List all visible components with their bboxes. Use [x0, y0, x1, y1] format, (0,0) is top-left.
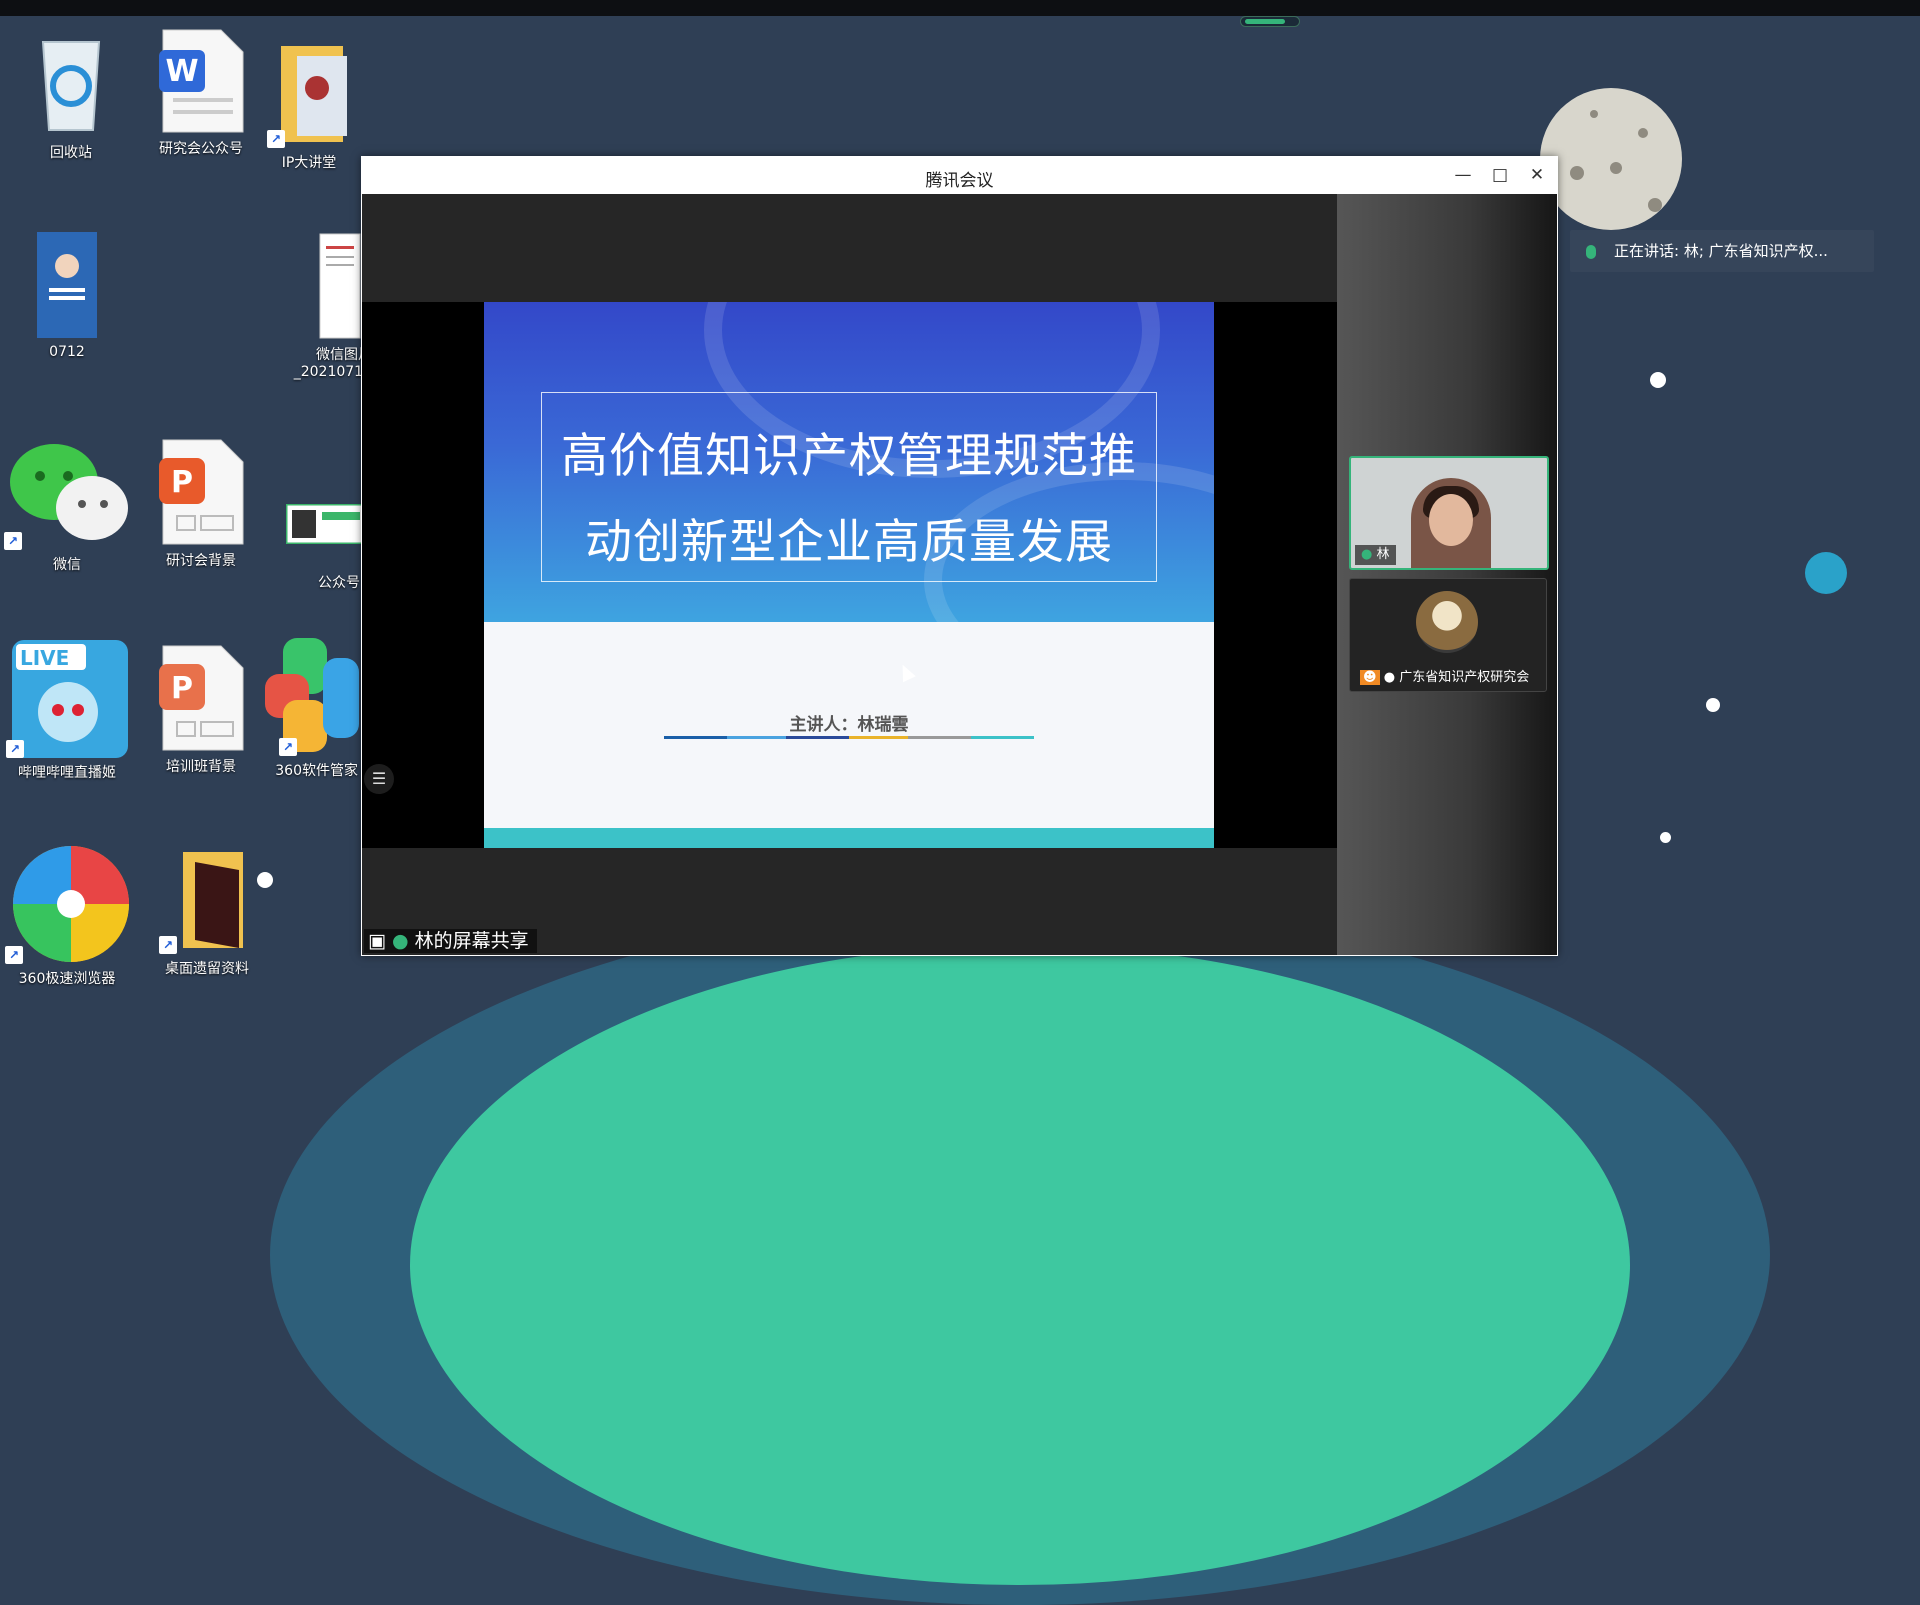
speaking-notice: 正在讲话: 林; 广东省知识产权... — [1570, 230, 1874, 272]
recycle-bin-icon — [29, 30, 113, 138]
minimize-icon[interactable]: — — [1448, 162, 1478, 188]
desktop-icon-wechat-image[interactable]: 微信图片 _20210712 — [272, 232, 372, 380]
shortcut-arrow-icon: ↗ — [4, 532, 22, 550]
slide-presenter: 主讲人：林瑞雲 — [789, 715, 909, 735]
desktop-icon-label: 回收站 — [50, 145, 92, 161]
planet-decoration-inner — [410, 945, 1630, 1585]
participant-name-tag: ● 林 — [1355, 545, 1396, 565]
desktop-icon-0712[interactable]: 0712 — [2, 230, 132, 360]
desktop-icon-label: 0712 — [49, 344, 85, 360]
moon-crater — [1638, 128, 1648, 138]
mic-icon: ● — [1361, 547, 1373, 562]
slide-title-line1: 高价值知识产权管理规范推 — [561, 429, 1137, 484]
participant-tile-association[interactable]: ☻ ● 广东省知识产权研究会 — [1349, 578, 1547, 692]
close-icon[interactable]: ✕ — [1522, 162, 1552, 188]
desktop-icon-label: 研讨会背景 — [166, 553, 236, 569]
mic-icon: ● — [392, 930, 409, 952]
word-document-icon: W — [155, 28, 247, 134]
desktop-icon-label: 微信 — [53, 557, 81, 573]
slide-title-box: 高价值知识产权管理规范推 动创新型企业高质量发展 — [541, 392, 1157, 582]
image-file-icon — [318, 232, 362, 340]
desktop-icon-label: IP大讲堂 — [281, 155, 337, 171]
screen-share-area[interactable]: 高价值知识产权管理规范推 动创新型企业高质量发展 主讲人：林瑞雲 ☰ ▣ ● 林… — [362, 194, 1337, 955]
desktop-icon-wechat[interactable]: ↗ 微信 — [2, 440, 132, 574]
share-label-text: 林的屏幕共享 — [414, 930, 529, 952]
desktop-icon-360-browser[interactable]: ↗ 360极速浏览器 — [2, 842, 132, 988]
desktop-icon-ip-lecture[interactable]: ↗ IP大讲堂 — [244, 38, 374, 172]
participant-tile-lin[interactable]: ● 林 — [1349, 456, 1549, 570]
svg-text:LIVE: LIVE — [20, 646, 69, 670]
participant-name: 广东省知识产权研究会 — [1399, 670, 1530, 685]
moon-crater — [1610, 162, 1622, 174]
dot-decoration — [1805, 552, 1847, 594]
participant-video — [1429, 494, 1473, 546]
desktop-icon-label: 360极速浏览器 — [18, 971, 116, 987]
list-icon[interactable]: ☰ — [364, 764, 394, 794]
desktop-icon-label: 360软件管家 — [275, 763, 358, 779]
folder-icon: ↗ — [267, 38, 351, 148]
mic-icon: ● — [1383, 670, 1396, 685]
desktop-icon-official-account[interactable]: 公众号 — [270, 502, 370, 592]
desktop-icon-label: 公众号 — [318, 575, 360, 591]
desktop-icon-label: 微信图片 _20210712 — [293, 347, 372, 380]
star-decoration — [1706, 698, 1720, 712]
desktop-icon-recycle-bin[interactable]: 回收站 — [6, 30, 136, 162]
desktop-icon-label: 培训班背景 — [166, 759, 236, 775]
svg-text:W: W — [165, 54, 198, 89]
qr-image-icon — [284, 502, 368, 546]
mic-icon — [1586, 244, 1596, 259]
slide-header: 高价值知识产权管理规范推 动创新型企业高质量发展 — [484, 302, 1214, 622]
avatar — [1416, 591, 1478, 653]
moon-crater — [1648, 198, 1662, 212]
powerpoint-file-icon: P — [155, 644, 247, 752]
meeting-window[interactable]: 腾讯会议 — □ ✕ 高价值知识产权管理规范推 动创新型企业高质量发展 主讲人：… — [361, 156, 1558, 956]
star-decoration — [1660, 832, 1671, 843]
participant-name-tag: ☻ ● 广东省知识产权研究会 — [1354, 668, 1535, 688]
window-titlebar[interactable]: 腾讯会议 — □ ✕ — [361, 156, 1558, 194]
desktop-icon-label: 哔哩哔哩直播姬 — [18, 765, 116, 781]
slide-divider — [664, 736, 1034, 739]
top-bar — [0, 0, 1920, 16]
star-decoration — [1650, 372, 1666, 388]
shortcut-arrow-icon: ↗ — [5, 946, 23, 964]
folder-icon: ↗ — [159, 848, 255, 954]
slide-title-line2: 动创新型企业高质量发展 — [585, 515, 1113, 570]
speaking-notice-text: 正在讲话: 林; 广东省知识产权... — [1614, 242, 1828, 260]
shortcut-arrow-icon: ↗ — [267, 130, 285, 148]
desktop-icon-label: 桌面遗留资料 — [165, 961, 249, 977]
shortcut-arrow-icon: ↗ — [6, 740, 24, 758]
moon-crater — [1570, 166, 1584, 180]
svg-text:P: P — [171, 465, 193, 500]
presentation-slide: 高价值知识产权管理规范推 动创新型企业高质量发展 主讲人：林瑞雲 — [484, 302, 1214, 848]
moon-crater — [1590, 110, 1598, 118]
desktop-icon-360-software-manager[interactable]: ↗ 360软件管家 — [262, 638, 362, 780]
moon-decoration — [1540, 88, 1682, 230]
360-browser-icon: ↗ — [5, 842, 129, 964]
desktop-icon-training-background[interactable]: P 培训班背景 — [136, 644, 266, 776]
participant-panel: ● 林 ☻ ● 广东省知识产权研究会 — [1337, 194, 1557, 955]
screen-share-indicator[interactable] — [1240, 16, 1300, 27]
maximize-icon[interactable]: □ — [1485, 162, 1515, 188]
desktop-icon-seminar-background[interactable]: P 研讨会背景 — [136, 438, 266, 570]
share-screen-icon: ▣ — [368, 930, 386, 952]
host-icon: ☻ — [1360, 670, 1380, 685]
360-software-manager-icon: ↗ — [263, 638, 361, 756]
window-title: 腾讯会议 — [925, 171, 994, 191]
image-file-icon — [35, 230, 99, 340]
participant-name: 林 — [1376, 547, 1390, 562]
bilibili-live-icon: LIVE ↗ — [6, 640, 128, 758]
meeting-content: 高价值知识产权管理规范推 动创新型企业高质量发展 主讲人：林瑞雲 ☰ ▣ ● 林… — [362, 194, 1557, 955]
powerpoint-file-icon: P — [155, 438, 247, 546]
shortcut-arrow-icon: ↗ — [279, 738, 297, 756]
screen-share-label: ▣ ● 林的屏幕共享 — [364, 929, 537, 953]
shortcut-arrow-icon: ↗ — [159, 936, 177, 954]
wechat-icon: ↗ — [4, 440, 130, 550]
slide-footer-bar — [484, 828, 1214, 848]
desktop-icon-desktop-leftover-files[interactable]: ↗ 桌面遗留资料 — [142, 848, 272, 978]
svg-text:P: P — [171, 671, 193, 706]
desktop-icon-bilibili-live[interactable]: LIVE ↗ 哔哩哔哩直播姬 — [2, 640, 132, 782]
